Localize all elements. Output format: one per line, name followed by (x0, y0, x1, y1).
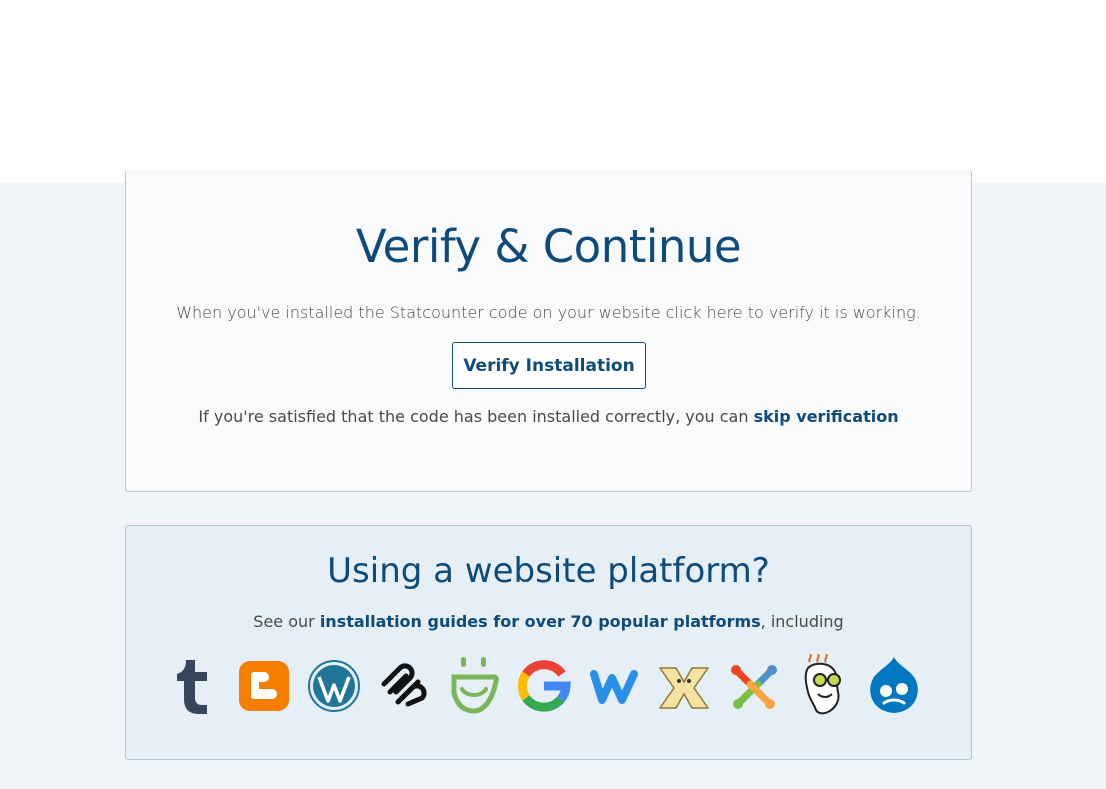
verify-installation-button[interactable]: Verify Installation (452, 342, 646, 389)
installation-guides-link[interactable]: installation guides for over 70 popular … (320, 612, 761, 631)
skip-prefix-text: If you're satisfied that the code has be… (198, 407, 754, 426)
platform-card: Using a website platform? See our instal… (125, 525, 972, 760)
verify-title: Verify & Continue (355, 220, 742, 273)
verify-card: Verify & Continue When you've installed … (125, 170, 972, 492)
wordpress-icon[interactable] (304, 654, 364, 718)
skip-verification-line: If you're satisfied that the code has be… (126, 407, 971, 426)
bottom-cutoff-text (0, 778, 1106, 789)
platform-title: Using a website platform? (327, 551, 770, 591)
platform-logo-row (164, 654, 934, 718)
skip-verification-link[interactable]: skip verification (754, 407, 899, 426)
drupal-icon[interactable] (864, 654, 924, 718)
verify-description: When you've installed the Statcounter co… (176, 303, 921, 322)
squarespace-icon[interactable] (374, 654, 434, 718)
shopify-icon[interactable] (444, 654, 504, 718)
platform-description: See our installation guides for over 70 … (126, 612, 971, 631)
wix-icon[interactable] (654, 654, 714, 718)
page-header-area (0, 0, 1106, 183)
joomla-icon[interactable] (724, 654, 784, 718)
tumblr-icon[interactable] (164, 654, 224, 718)
weebly-icon[interactable] (584, 654, 644, 718)
platform-desc-suffix: , including (760, 612, 844, 631)
blogger-icon[interactable] (234, 654, 294, 718)
google-icon[interactable] (514, 654, 574, 718)
godaddy-icon[interactable] (794, 654, 854, 718)
platform-desc-prefix: See our (253, 612, 320, 631)
